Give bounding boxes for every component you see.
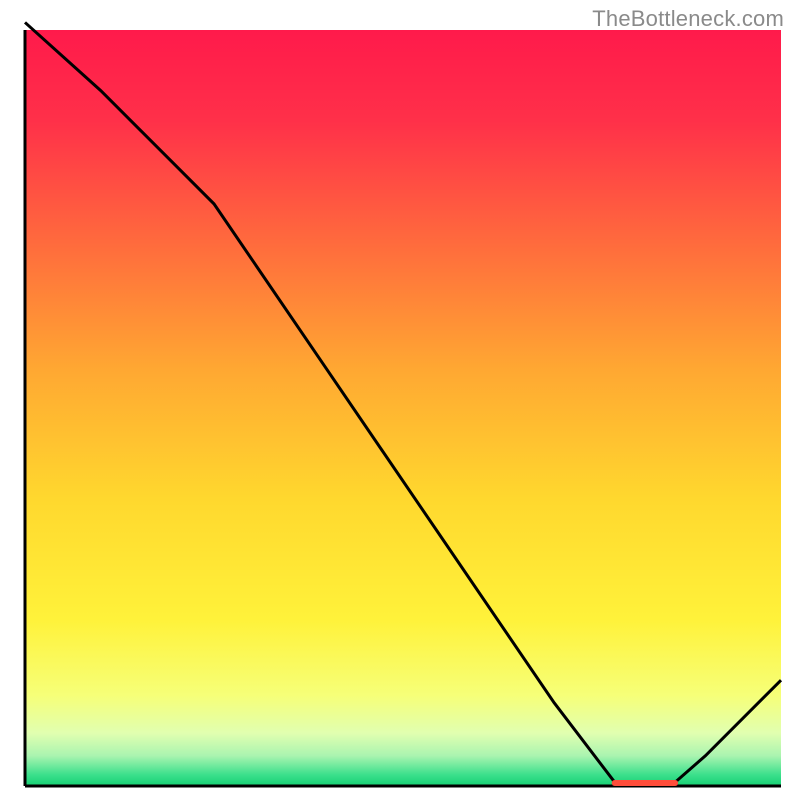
chart-container: TheBottleneck.com bbox=[0, 0, 800, 800]
watermark-label: TheBottleneck.com bbox=[592, 6, 784, 32]
bottleneck-chart bbox=[0, 0, 800, 800]
plot-background bbox=[25, 30, 781, 786]
